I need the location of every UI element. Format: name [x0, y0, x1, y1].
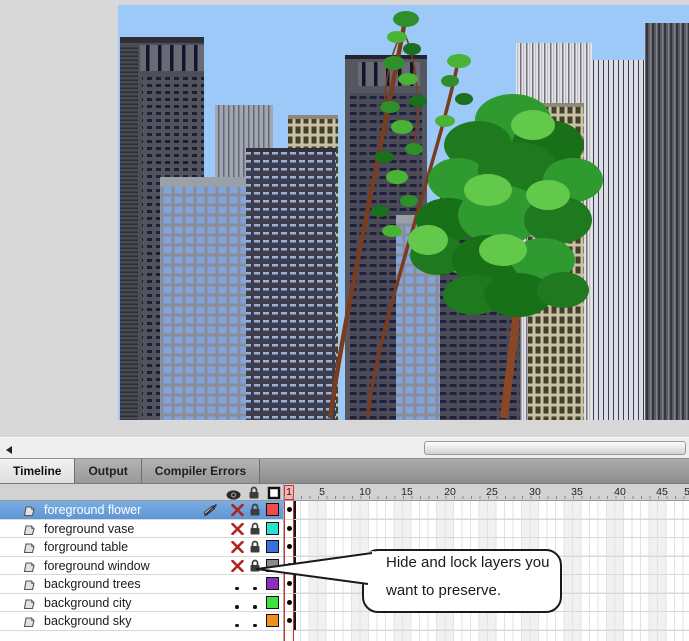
layer-row-background-sky[interactable]: background sky — [0, 612, 689, 631]
layer-hidden-x-icon[interactable] — [229, 503, 245, 517]
tab-output[interactable]: Output — [75, 459, 141, 483]
timeline-header: 1 5 10 15 20 25 30 35 40 45 50 — [0, 484, 689, 501]
panel-divider — [283, 501, 284, 641]
layer-visible-dot[interactable] — [229, 596, 245, 610]
layer-name: background sky — [44, 614, 132, 628]
panel-divider — [283, 484, 284, 500]
layer-name: foreground window — [44, 559, 150, 573]
layer-lock-icon[interactable] — [247, 503, 263, 517]
layer-hidden-x-icon[interactable] — [229, 559, 245, 573]
layer-row-forground-table[interactable]: forground table — [0, 538, 689, 557]
layer-row-background-city[interactable]: background city — [0, 594, 689, 613]
layer-hidden-x-icon[interactable] — [229, 522, 245, 536]
tab-compiler-errors[interactable]: Compiler Errors — [142, 459, 260, 483]
panel-tab-bar: Timeline Output Compiler Errors — [0, 459, 689, 484]
application-window: Timeline Output Compiler Errors 1 5 10 1… — [0, 0, 689, 641]
layer-row-foreground-flower[interactable]: foreground flower — [0, 501, 689, 520]
layer-name: background trees — [44, 577, 141, 591]
layer-hidden-x-icon[interactable] — [229, 540, 245, 554]
timeline-layers-panel: foreground flower foreground vase — [0, 501, 689, 641]
tab-timeline[interactable]: Timeline — [0, 459, 75, 483]
playhead-line[interactable] — [284, 501, 294, 641]
layer-unlocked-dot[interactable] — [247, 614, 263, 628]
stage-canvas[interactable] — [118, 5, 689, 420]
layer-name: foreground vase — [44, 522, 134, 536]
layer-visible-dot[interactable] — [229, 577, 245, 591]
layer-outline-swatch[interactable] — [266, 522, 279, 535]
layer-unlocked-dot[interactable] — [247, 596, 263, 610]
layer-panel-empty-area — [0, 631, 283, 641]
layer-lock-icon[interactable] — [247, 559, 263, 573]
scroll-left-arrow-icon[interactable] — [6, 446, 12, 454]
layer-name: foreground flower — [44, 503, 141, 517]
layer-row-background-trees[interactable]: background trees — [0, 575, 689, 594]
layer-unlocked-dot[interactable] — [247, 577, 263, 591]
layer-name: background city — [44, 596, 132, 610]
ruler-tick-marks — [284, 496, 689, 499]
layer-outline-swatch[interactable] — [266, 577, 279, 590]
layer-outline-swatch[interactable] — [266, 540, 279, 553]
layer-outline-swatch[interactable] — [266, 503, 279, 516]
layer-visible-dot[interactable] — [229, 614, 245, 628]
layer-lock-icon[interactable] — [247, 540, 263, 554]
layer-page-icon — [22, 615, 36, 633]
layer-row-foreground-window[interactable]: foreground window — [0, 557, 689, 576]
layer-lock-icon[interactable] — [247, 522, 263, 536]
scrollbar-thumb[interactable] — [424, 441, 686, 455]
layer-outline-swatch[interactable] — [266, 596, 279, 609]
layer-outline-swatch[interactable] — [266, 614, 279, 627]
horizontal-scrollbar[interactable] — [0, 437, 689, 459]
layer-row-foreground-vase[interactable]: foreground vase — [0, 520, 689, 539]
layer-name: forground table — [44, 540, 128, 554]
layer-outline-swatch[interactable] — [266, 559, 279, 572]
